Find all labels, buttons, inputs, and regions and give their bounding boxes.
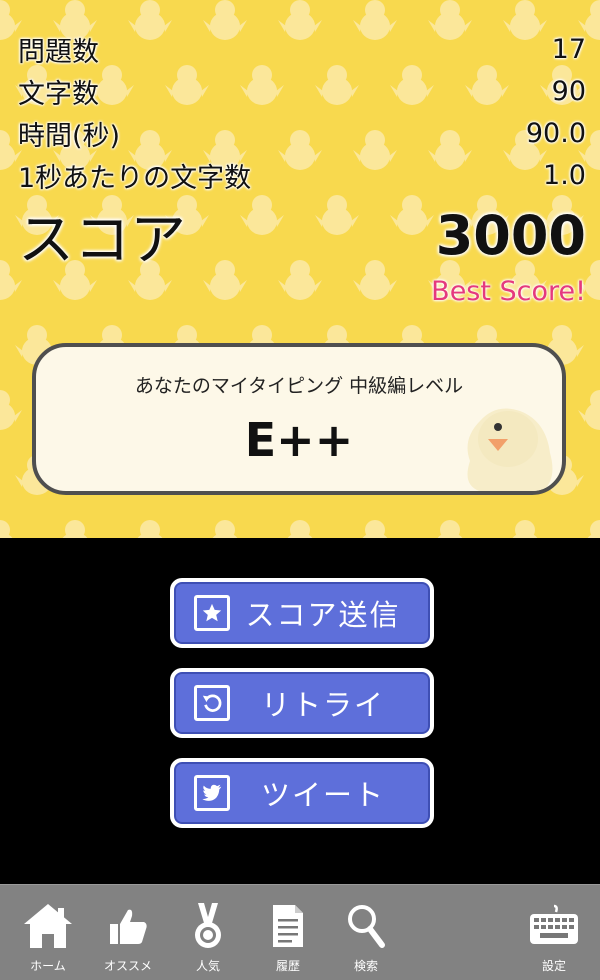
stat-value: 90 [551, 75, 586, 107]
stat-label: 1秒あたりの文字数 [18, 162, 252, 194]
tab-settings[interactable]: 設定 [514, 885, 594, 980]
tab-recommended[interactable]: オススメ [88, 885, 168, 980]
stat-value: 90.0 [525, 117, 586, 149]
score-value: 3000 [435, 203, 586, 267]
level-card: あなたのマイタイピング 中級編レベル E++ [32, 343, 566, 495]
level-value: E++ [244, 413, 354, 467]
stats-list: 問題数 17 文字数 90 時間(秒) 90.0 1秒あたりの文字数 1.0 [18, 28, 586, 196]
tab-label: 検索 [353, 959, 378, 973]
result-panel: 問題数 17 文字数 90 時間(秒) 90.0 1秒あたりの文字数 1.0 ス… [0, 0, 600, 538]
stat-row-questions: 問題数 17 [18, 28, 586, 70]
tab-popular[interactable]: 人気 [168, 885, 248, 980]
tab-history[interactable]: 履歴 [248, 885, 328, 980]
twitter-bird-icon [194, 775, 230, 811]
stat-row-chars-per-second: 1秒あたりの文字数 1.0 [18, 154, 586, 196]
home-icon [22, 901, 74, 951]
tweet-button[interactable]: ツイート [170, 758, 434, 828]
bottom-tab-bar: ホーム オススメ 人気 履歴 検索 設定 [0, 884, 600, 980]
retry-label: リトライ [260, 688, 385, 722]
best-score-badge: Best Score! [431, 276, 586, 307]
stat-value: 17 [551, 33, 586, 65]
stat-row-characters: 文字数 90 [18, 70, 586, 112]
stat-value: 1.0 [543, 159, 586, 191]
keyboard-icon [528, 901, 580, 951]
tab-label: ホーム [30, 959, 66, 973]
magnifier-icon [346, 901, 386, 951]
stat-row-time: 時間(秒) 90.0 [18, 112, 586, 154]
tab-label: 人気 [195, 959, 220, 973]
send-score-label: スコア送信 [245, 598, 401, 632]
level-caption: あなたのマイタイピング 中級編レベル [134, 375, 464, 397]
stat-label: 時間(秒) [18, 120, 121, 152]
tab-home[interactable]: ホーム [8, 885, 88, 980]
tab-label: 設定 [541, 959, 566, 973]
document-icon [271, 901, 305, 951]
stat-label: 問題数 [18, 36, 99, 68]
tab-label: 履歴 [275, 959, 300, 973]
tab-label: オススメ [103, 959, 152, 973]
stat-label: 文字数 [18, 78, 99, 110]
thumbs-up-icon [106, 901, 150, 951]
tab-search[interactable]: 検索 [326, 885, 406, 980]
retry-button[interactable]: リトライ [170, 668, 434, 738]
tweet-label: ツイート [260, 778, 385, 812]
retry-icon [194, 685, 230, 721]
send-score-button[interactable]: スコア送信 [170, 578, 434, 648]
score-label: スコア [18, 207, 186, 273]
star-icon [194, 595, 230, 631]
medal-icon [190, 901, 226, 951]
score-row: スコア 3000 [18, 196, 586, 274]
